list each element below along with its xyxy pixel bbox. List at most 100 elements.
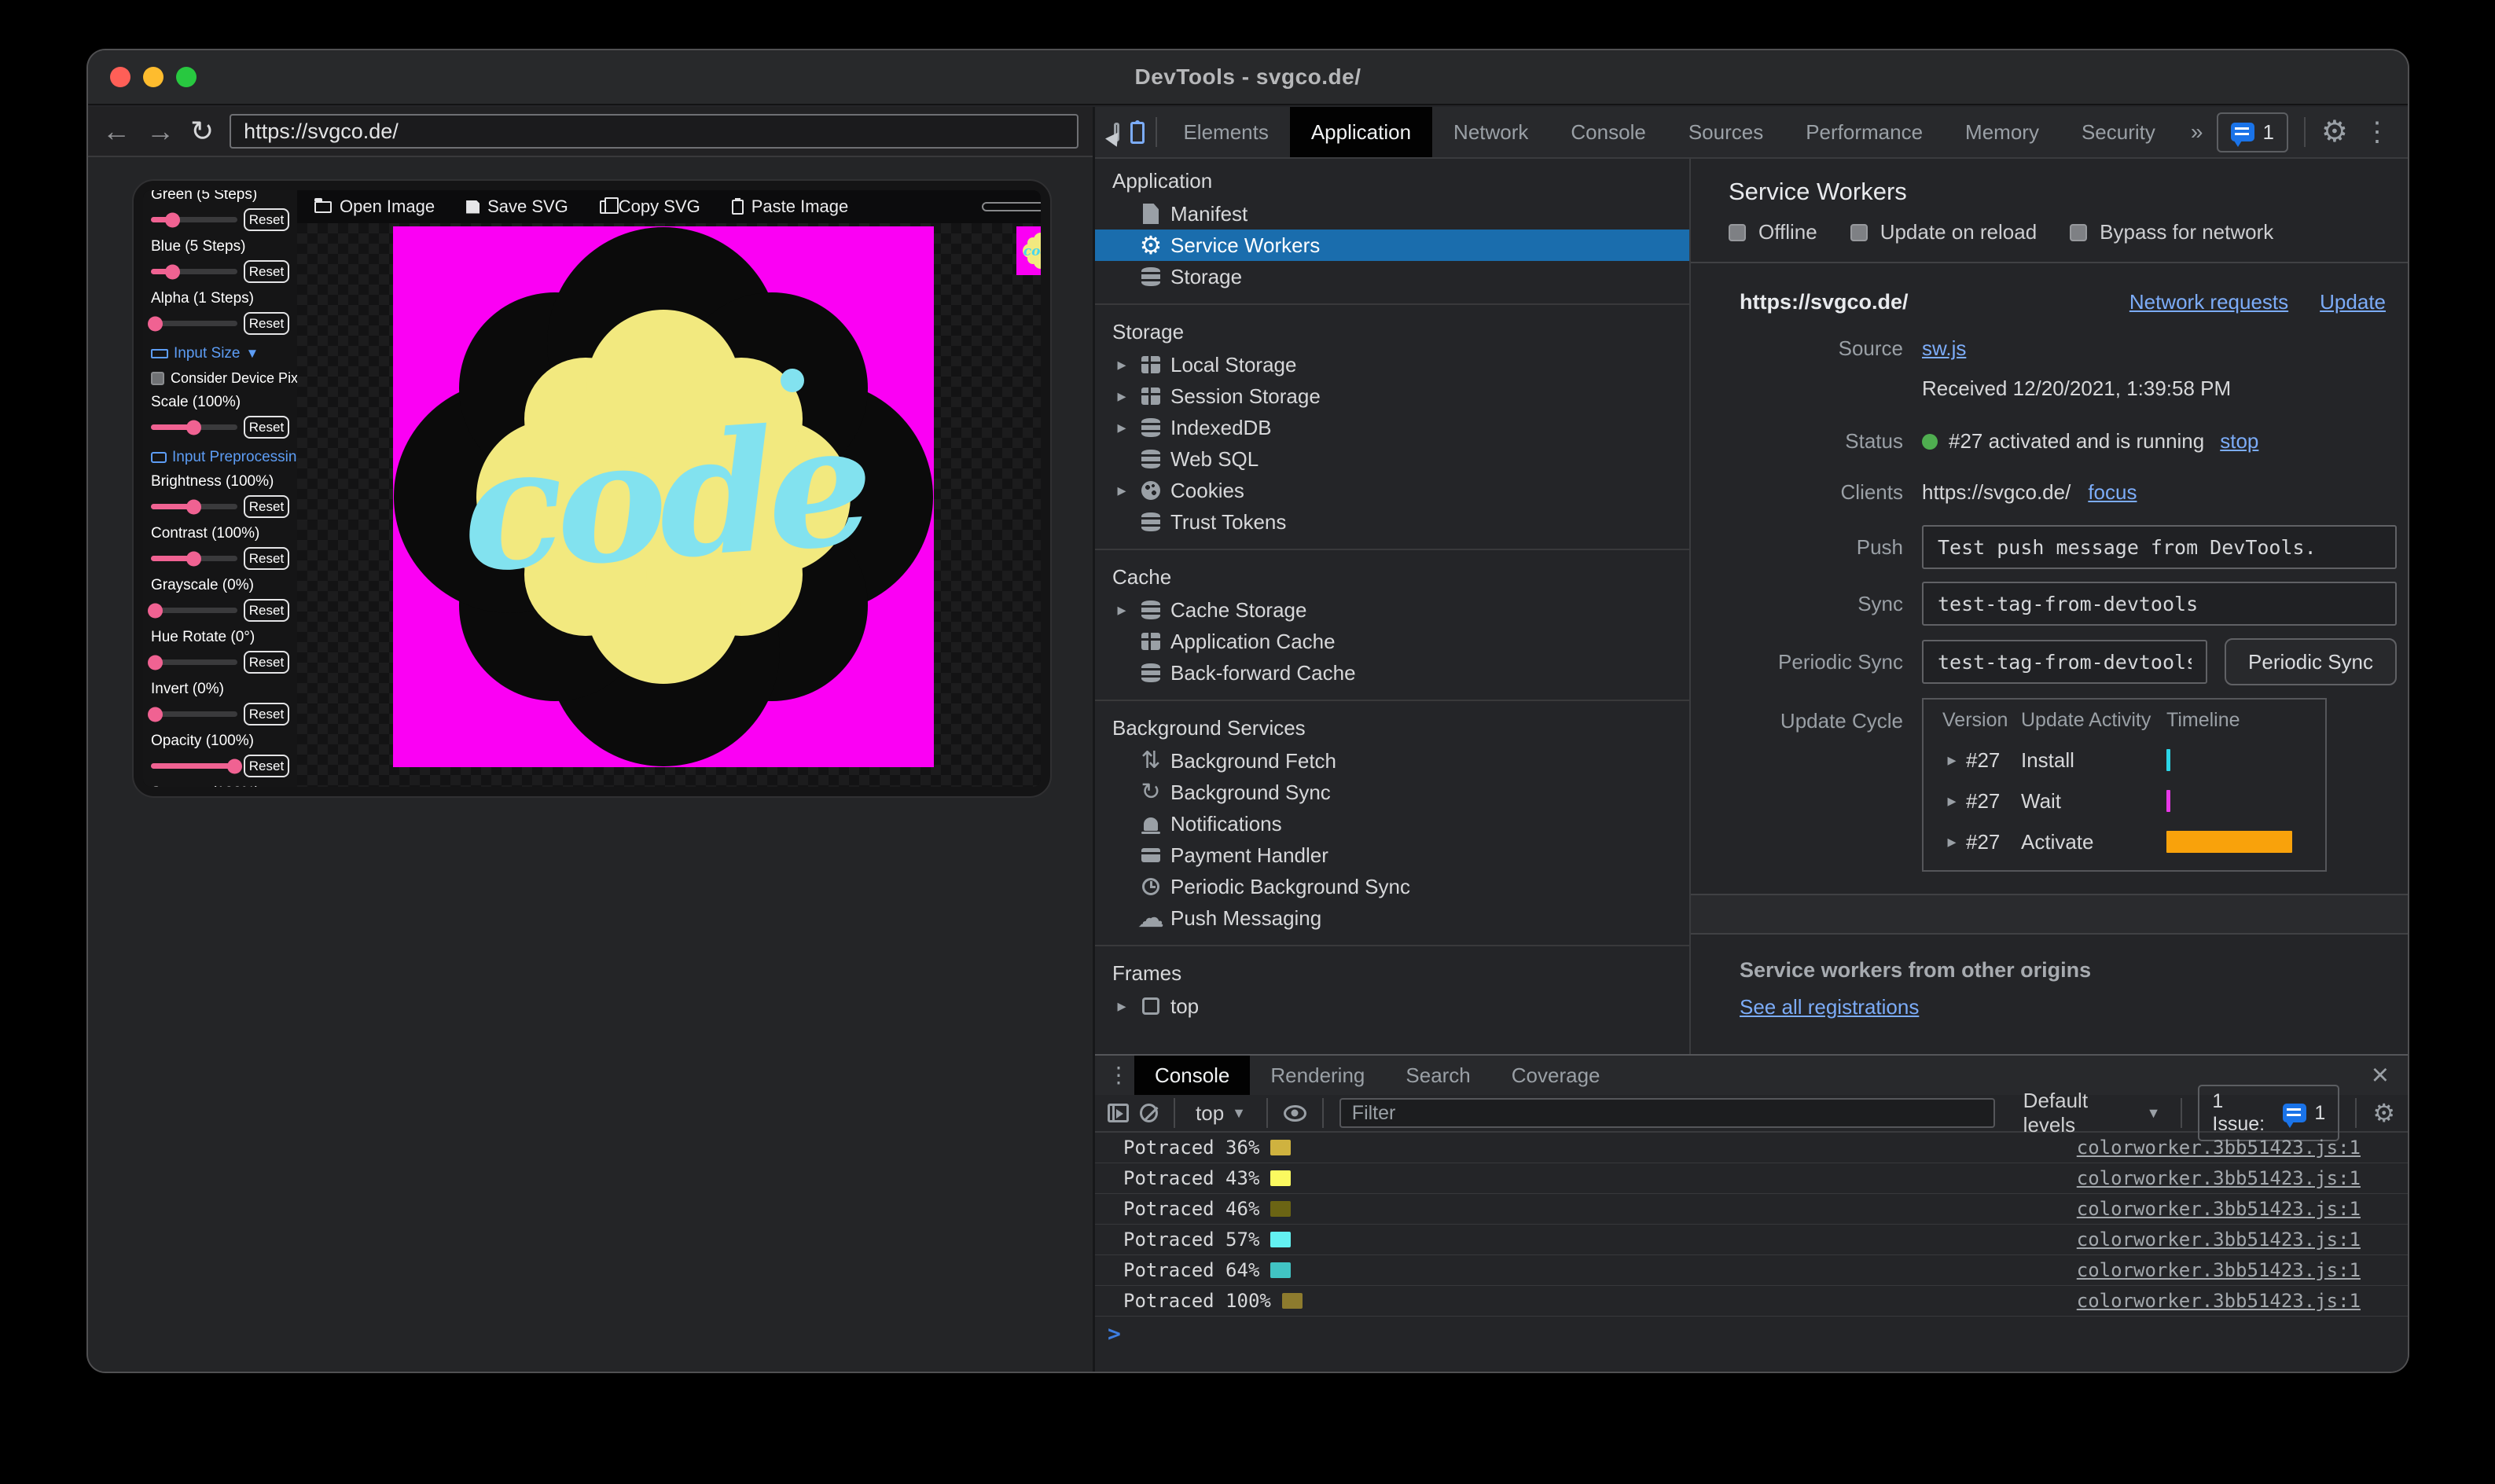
sidebar-item-local-storage[interactable]: ▸ Local Storage [1095,349,1689,380]
source-location-link[interactable]: colorworker.3bb51423.js:1 [2077,1167,2361,1189]
reset-button[interactable]: Reset [244,312,289,335]
more-tabs-icon[interactable]: » [2177,119,2218,145]
live-expression-eye-icon[interactable] [1284,1104,1306,1122]
console-sidebar-toggle-icon[interactable] [1108,1104,1129,1122]
grayscale-slider[interactable] [151,608,237,613]
reset-button[interactable]: Reset [244,416,289,439]
copy-svg-button[interactable]: Copy SVG [599,197,700,217]
opacity-slider[interactable] [151,763,237,769]
periodic-sync-tag-input[interactable] [1922,640,2208,684]
stop-link[interactable]: stop [2220,429,2258,454]
network-requests-link[interactable]: Network requests [2129,290,2288,314]
log-levels-selector[interactable]: Default levels ▼ [2019,1089,2166,1137]
issues-button[interactable]: 1 [2217,112,2288,152]
update-on-reload-checkbox[interactable] [1850,223,1868,241]
sidebar-item-top-frame[interactable]: ▸ top [1095,990,1689,1022]
green-slider[interactable] [151,217,237,222]
table-row[interactable]: ▸ #27 Activate [1924,821,2325,862]
sidebar-item-session-storage[interactable]: ▸ Session Storage [1095,380,1689,412]
source-location-link[interactable]: colorworker.3bb51423.js:1 [2077,1290,2361,1312]
sidebar-item-push-messaging[interactable]: Push Messaging [1095,902,1689,934]
address-bar[interactable] [230,114,1078,149]
periodic-sync-button[interactable]: Periodic Sync [2225,638,2397,685]
reset-button[interactable]: Reset [244,495,289,518]
sidebar-item-background-fetch[interactable]: Background Fetch [1095,745,1689,777]
clear-console-icon[interactable] [1139,1104,1159,1122]
hue-rotate-slider[interactable] [151,659,237,665]
reset-button[interactable]: Reset [244,599,289,622]
close-drawer-icon[interactable]: × [2353,1059,2408,1093]
reset-button[interactable]: Reset [244,703,289,725]
reset-button[interactable]: Reset [244,651,289,674]
update-link[interactable]: Update [2320,290,2386,314]
tab-performance[interactable]: Performance [1784,107,1944,157]
disclosure-icon[interactable]: ▸ [1112,354,1131,375]
back-icon[interactable]: ← [102,117,130,145]
open-image-button[interactable]: Open Image [314,197,435,217]
sidebar-item-trust-tokens[interactable]: Trust Tokens [1095,506,1689,538]
reset-button[interactable]: Reset [244,260,289,283]
disclosure-icon[interactable]: ▸ [1112,996,1131,1016]
brightness-slider[interactable] [151,504,237,509]
console-filter-input[interactable] [1339,1098,1995,1128]
inspect-element-icon[interactable] [1114,123,1119,141]
sidebar-item-storage[interactable]: Storage [1095,261,1689,292]
reset-button[interactable]: Reset [244,547,289,570]
push-message-input[interactable] [1922,525,2397,569]
see-all-registrations-link[interactable]: See all registrations [1740,995,1919,1019]
tab-elements[interactable]: Elements [1162,107,1289,157]
tab-security[interactable]: Security [2060,107,2177,157]
source-location-link[interactable]: colorworker.3bb51423.js:1 [2077,1198,2361,1220]
alpha-slider[interactable] [151,321,237,326]
tab-memory[interactable]: Memory [1944,107,2060,157]
device-toolbar-icon[interactable] [1130,120,1145,144]
input-size-section[interactable]: Input Size ▼ [151,345,291,362]
disclosure-icon[interactable]: ▸ [1942,750,1961,770]
blue-slider[interactable] [151,269,237,274]
tab-network[interactable]: Network [1432,107,1549,157]
sidebar-item-periodic-background-sync[interactable]: Periodic Background Sync [1095,871,1689,902]
tab-console[interactable]: Console [1549,107,1666,157]
input-preprocessing-section[interactable]: Input Preprocessing▼ [151,449,297,466]
source-location-link[interactable]: colorworker.3bb51423.js:1 [2077,1137,2361,1159]
reset-button[interactable]: Reset [244,755,289,777]
tab-application[interactable]: Application [1289,107,1433,157]
disclosure-icon[interactable]: ▸ [1942,791,1961,811]
drawer-menu-icon[interactable]: ⋮ [1103,1062,1134,1089]
sidebar-item-indexeddb[interactable]: ▸ IndexedDB [1095,412,1689,443]
disclosure-icon[interactable]: ▸ [1942,832,1961,852]
disclosure-icon[interactable]: ▸ [1112,480,1131,501]
console-settings-icon[interactable]: ⚙ [2372,1098,2395,1128]
close-window-button[interactable] [110,67,130,87]
settings-gear-icon[interactable]: ⚙ [2321,117,2348,147]
sidebar-item-back-forward-cache[interactable]: Back-forward Cache [1095,657,1689,689]
drawer-tab-coverage[interactable]: Coverage [1491,1056,1621,1095]
sidebar-item-web-sql[interactable]: Web SQL [1095,443,1689,475]
minimize-window-button[interactable] [143,67,164,87]
source-location-link[interactable]: colorworker.3bb51423.js:1 [2077,1259,2361,1281]
reload-icon[interactable]: ↻ [190,117,214,145]
sync-tag-input[interactable] [1922,582,2397,626]
tab-sources[interactable]: Sources [1667,107,1784,157]
invert-slider[interactable] [151,711,237,717]
reset-button[interactable]: Reset [244,208,289,231]
disclosure-icon[interactable]: ▸ [1112,600,1131,620]
sidebar-item-application-cache[interactable]: Application Cache [1095,626,1689,657]
kebab-menu-icon[interactable]: ⋮ [2359,119,2395,145]
scale-slider[interactable] [151,424,237,430]
sidebar-item-background-sync[interactable]: Background Sync [1095,777,1689,808]
sidebar-item-manifest[interactable]: Manifest [1095,198,1689,230]
table-row[interactable]: ▸ #27 Wait [1924,781,2325,821]
disclosure-icon[interactable]: ▸ [1112,417,1131,438]
bypass-for-network-checkbox[interactable] [2070,223,2088,241]
forward-icon[interactable]: → [146,117,175,145]
drawer-tab-rendering[interactable]: Rendering [1250,1056,1385,1095]
focus-link[interactable]: focus [2088,480,2137,505]
sidebar-item-notifications[interactable]: Notifications [1095,808,1689,839]
sidebar-item-service-workers[interactable]: Service Workers [1095,230,1689,261]
offline-checkbox[interactable] [1729,223,1746,241]
contrast-slider[interactable] [151,556,237,561]
console-prompt[interactable]: > [1108,1321,1121,1346]
sidebar-item-cookies[interactable]: ▸ Cookies [1095,475,1689,506]
device-pixel-ratio-checkbox[interactable]: Consider Device Pixel Ratio [151,370,297,387]
